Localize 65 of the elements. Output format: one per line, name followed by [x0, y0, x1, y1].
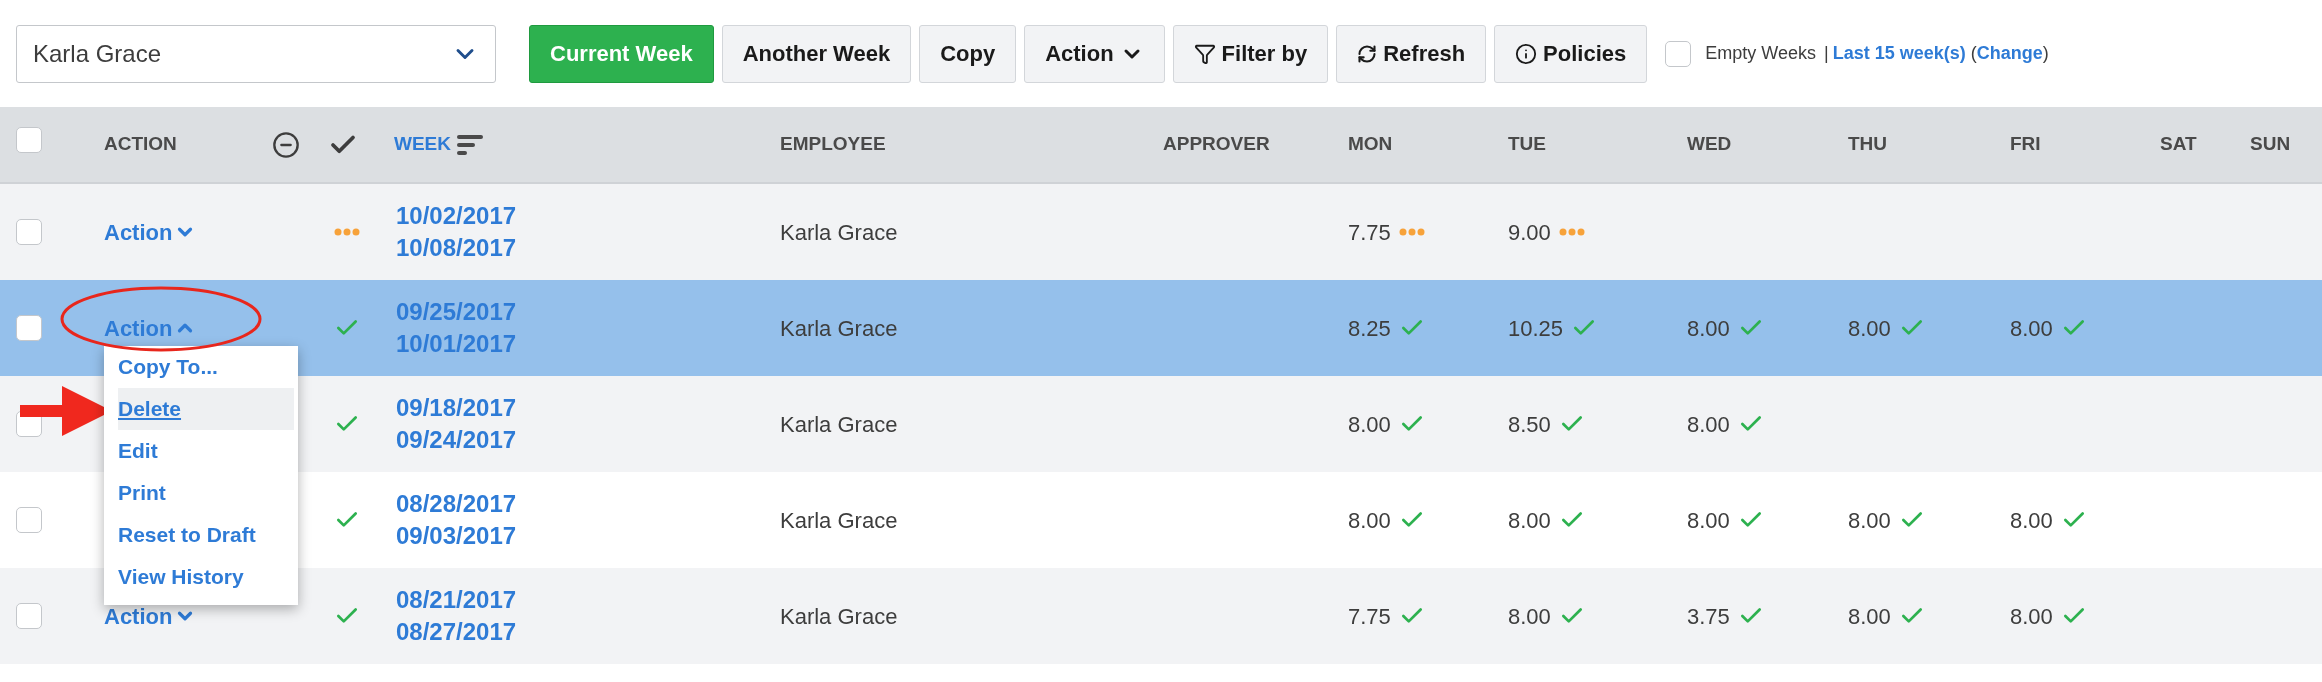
column-header[interactable]: FRI	[2010, 130, 2041, 159]
hours-value: 8.00	[2010, 314, 2053, 343]
hours-value: 8.00	[1687, 314, 1730, 343]
employee-name: Karla Grace	[780, 411, 898, 437]
column-header[interactable]: ACTION	[104, 130, 177, 159]
hours-value: 8.00	[1848, 314, 1891, 343]
table-row[interactable]: Action 10/02/2017 10/08/2017 Karla Grace 7.75 9.00	[0, 184, 2322, 280]
column-header[interactable]: TUE	[1508, 130, 1546, 159]
column-header[interactable]: MON	[1348, 130, 1393, 159]
week-start-date[interactable]: 09/18/2017	[396, 392, 766, 424]
column-header[interactable]: SUN	[2250, 130, 2291, 159]
hours-value: 8.25	[1348, 314, 1391, 343]
hours-value: 8.00	[2010, 506, 2053, 535]
toolbar-button[interactable]: Copy	[919, 24, 1017, 83]
column-header[interactable]: APPROVER	[1163, 130, 1270, 159]
hours-value: 7.75	[1348, 218, 1391, 247]
menu-item[interactable]: Delete	[118, 388, 294, 430]
toolbar-button[interactable]: Current Week	[529, 24, 714, 83]
hours-value: 8.00	[1848, 506, 1891, 535]
week-start-date[interactable]: 09/25/2017	[396, 296, 766, 328]
action-link[interactable]: Action	[104, 215, 197, 249]
week-end-date[interactable]: 09/03/2017	[396, 520, 766, 552]
week-end-date[interactable]: 10/08/2017	[396, 232, 766, 264]
hours-value: 8.00	[1508, 506, 1551, 535]
column-header[interactable]: WEEK	[394, 130, 451, 159]
hours-value: 8.00	[1508, 602, 1551, 631]
range-link[interactable]: Last 15 week(s)	[1832, 40, 1966, 67]
hours-value: 7.75	[1348, 602, 1391, 631]
empty-weeks-label: Empty Weeks	[1705, 42, 1816, 65]
hours-value: 9.00	[1508, 218, 1551, 247]
paren: )	[2042, 42, 2049, 65]
toolbar-button[interactable]: Filter by	[1172, 24, 1329, 83]
week-end-date[interactable]: 10/01/2017	[396, 328, 766, 360]
column-header[interactable]: SAT	[2160, 130, 2197, 159]
week-start-date[interactable]: 08/28/2017	[396, 488, 766, 520]
hours-value: 8.00	[1687, 410, 1730, 439]
hours-value: 8.00	[1687, 506, 1730, 535]
hours-value: 8.00	[1348, 506, 1391, 535]
employee-select[interactable]: Karla Grace	[16, 24, 496, 83]
toolbar-button[interactable]: Refresh	[1336, 24, 1487, 83]
column-header[interactable]: EMPLOYEE	[780, 130, 886, 159]
hours-value: 8.50	[1508, 410, 1551, 439]
toolbar-button[interactable]: Action	[1024, 24, 1165, 83]
hours-value: 8.00	[1348, 410, 1391, 439]
separator: |	[1823, 42, 1829, 65]
column-header[interactable]: THU	[1848, 130, 1888, 159]
hours-value: 8.00	[1848, 602, 1891, 631]
column-header[interactable]: WED	[1687, 130, 1732, 159]
change-link[interactable]: Change	[1976, 40, 2043, 67]
hours-value: 3.75	[1687, 602, 1730, 631]
menu-item[interactable]: Edit	[118, 430, 294, 472]
toolbar-button[interactable]: Policies	[1494, 24, 1648, 83]
hours-value: 10.25	[1508, 314, 1564, 343]
toolbar-button[interactable]: Another Week	[721, 24, 912, 83]
paren: (	[1970, 42, 1977, 65]
hours-value: 8.00	[2010, 602, 2053, 631]
menu-item[interactable]: Reset to Draft	[118, 514, 294, 556]
employee-name: Karla Grace	[780, 603, 898, 629]
employee-name: Karla Grace	[780, 219, 898, 245]
week-start-date[interactable]: 10/02/2017	[396, 200, 766, 232]
week-end-date[interactable]: 08/27/2017	[396, 616, 766, 648]
employee-name: Karla Grace	[780, 507, 898, 533]
week-end-date[interactable]: 09/24/2017	[396, 424, 766, 456]
menu-item[interactable]: Print	[118, 472, 294, 514]
employee-name: Karla Grace	[780, 315, 898, 341]
